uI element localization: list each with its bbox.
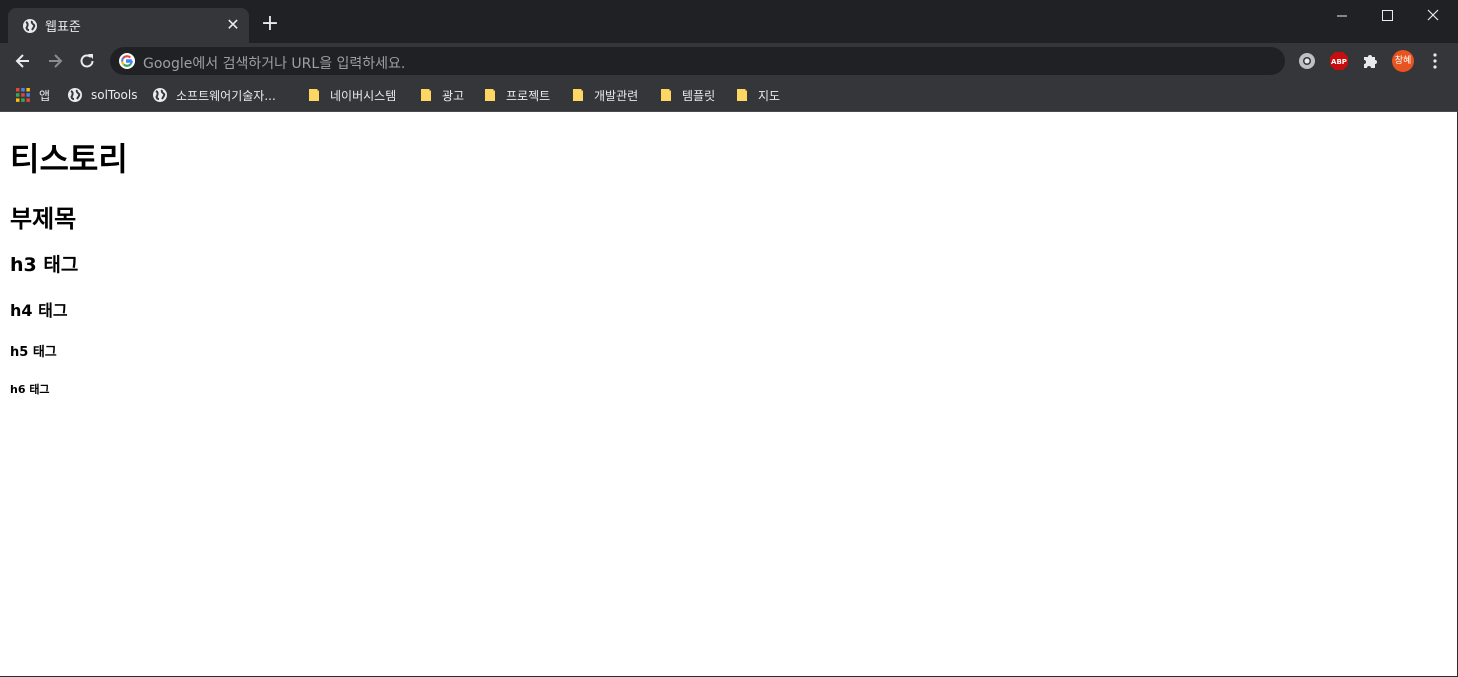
folder-icon [737, 89, 747, 101]
forward-arrow-icon[interactable] [45, 51, 65, 71]
heading-h4: h4 태그 [10, 301, 68, 320]
tab-close-icon[interactable]: ✕ [225, 17, 241, 33]
tab-title: 웹표준 [45, 20, 81, 35]
folder-icon [485, 89, 495, 101]
bookmark-software-engineer[interactable]: 소프트웨어기술자... [152, 85, 276, 105]
reload-icon[interactable] [77, 51, 97, 71]
heading-h1: 티스토리 [10, 140, 128, 178]
bookmark-label: 템플릿 [682, 88, 716, 103]
back-arrow-icon[interactable] [13, 51, 33, 71]
ring-extension-icon[interactable] [1297, 51, 1317, 71]
minimize-icon[interactable] [1331, 6, 1353, 26]
bookmark-label: solTools [91, 88, 138, 102]
title-bar: 웹표준 ✕ + [0, 0, 1458, 43]
window-close-icon[interactable] [1422, 6, 1444, 26]
bookmark-folder-ads[interactable]: 광고 [418, 85, 464, 105]
apps-grid-icon [16, 88, 30, 102]
bookmark-folder-maps[interactable]: 지도 [734, 85, 780, 105]
bookmark-folder-dev[interactable]: 개발관련 [570, 85, 638, 105]
bookmark-soltools[interactable]: solTools [67, 85, 138, 105]
tab-active[interactable]: 웹표준 ✕ [8, 8, 249, 43]
heading-h3: h3 태그 [10, 254, 79, 276]
bookmark-folder-naver[interactable]: 네이버시스템 [306, 85, 396, 105]
bookmark-label: 개발관련 [594, 88, 639, 103]
toolbar: Google에서 검색하거나 URL을 입력하세요. ABP 창혜 [0, 43, 1458, 79]
puzzle-extensions-icon[interactable] [1361, 51, 1381, 71]
folder-icon [573, 89, 583, 101]
folder-icon [661, 89, 671, 101]
bookmarks-bar: 앱 solTools 소프트웨어기술자... 네이버시스템 광고 프로젝트 개발… [0, 79, 1458, 112]
google-g-icon [119, 53, 135, 69]
bookmark-label: 네이버시스템 [330, 88, 397, 103]
folder-icon [309, 89, 319, 101]
globe-icon [153, 88, 167, 102]
bookmark-label: 앱 [39, 88, 51, 103]
menu-kebab-icon[interactable] [1429, 52, 1441, 70]
heading-h6: h6 태그 [10, 383, 50, 396]
bookmark-label: 소프트웨어기술자... [176, 88, 276, 103]
address-placeholder: Google에서 검색하거나 URL을 입력하세요. [143, 56, 406, 72]
bookmark-label: 광고 [442, 88, 465, 103]
bookmark-apps[interactable]: 앱 [15, 85, 50, 105]
bookmark-folder-projects[interactable]: 프로젝트 [482, 85, 550, 105]
heading-h5: h5 태그 [10, 345, 57, 360]
adblock-plus-icon[interactable]: ABP [1329, 51, 1349, 71]
maximize-icon[interactable] [1376, 6, 1398, 26]
svg-text:ABP: ABP [1331, 58, 1347, 66]
folder-icon [421, 89, 431, 101]
page-content: 티스토리 부제목 h3 태그 h4 태그 h5 태그 h6 태그 [0, 112, 1456, 676]
bookmark-label: 프로젝트 [506, 88, 551, 103]
heading-h2: 부제목 [10, 205, 77, 233]
bookmark-label: 지도 [758, 88, 781, 103]
profile-avatar[interactable]: 창혜 [1392, 50, 1414, 72]
globe-icon [68, 88, 82, 102]
address-bar[interactable]: Google에서 검색하거나 URL을 입력하세요. [110, 47, 1285, 75]
bookmark-folder-templates[interactable]: 템플릿 [658, 85, 715, 105]
new-tab-button[interactable]: + [260, 13, 280, 35]
globe-icon [23, 19, 37, 33]
